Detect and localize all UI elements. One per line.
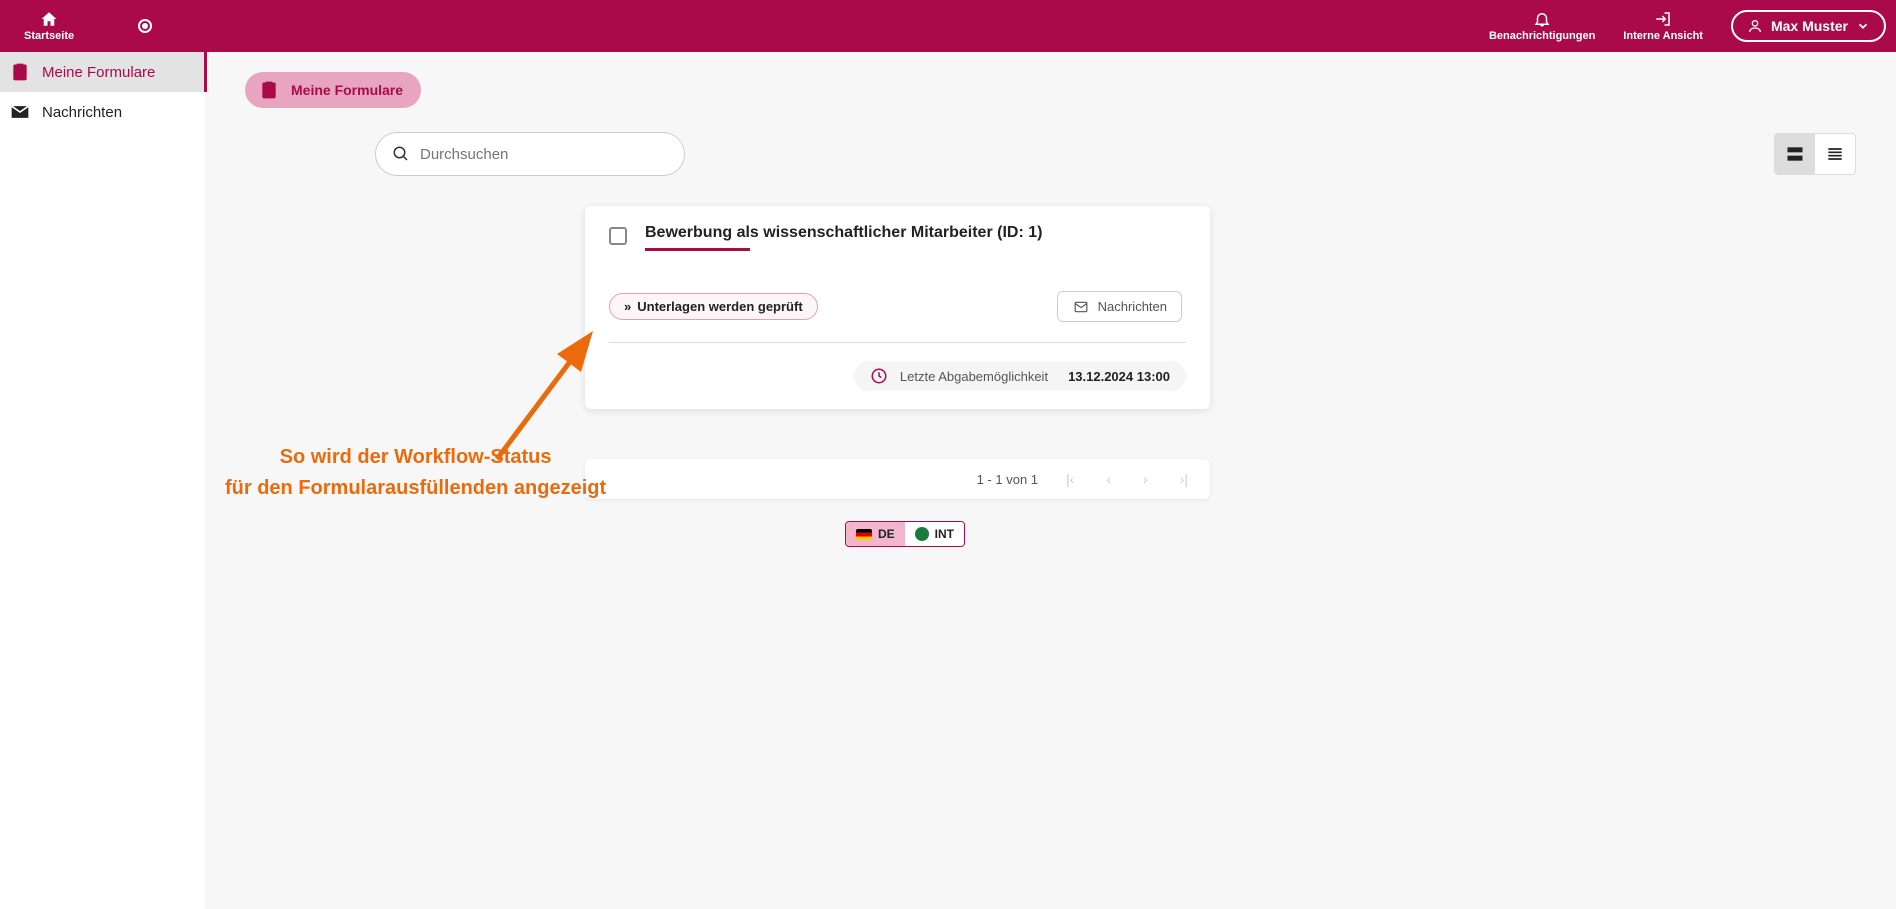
- select-checkbox[interactable]: [609, 227, 627, 245]
- lang-int-button[interactable]: INT: [905, 522, 964, 546]
- workflow-status-chip[interactable]: » Unterlagen werden geprüft: [609, 293, 818, 320]
- home-label: Startseite: [24, 30, 74, 42]
- divider: [609, 342, 1186, 343]
- globe-icon: [915, 527, 929, 541]
- lang-de-label: DE: [878, 527, 895, 541]
- deadline-row: Letzte Abgabemöglichkeit 13.12.2024 13:0…: [609, 361, 1186, 391]
- deadline-value: 13.12.2024 13:00: [1068, 369, 1170, 384]
- clock-icon: [870, 367, 888, 385]
- clipboard-icon: [259, 80, 279, 100]
- annotation-line-1: So wird der Workflow-Status: [225, 442, 606, 473]
- messages-label: Nachrichten: [1098, 299, 1167, 314]
- search-field[interactable]: [375, 132, 685, 176]
- notifications-button[interactable]: Benachrichtigungen: [1489, 10, 1595, 42]
- messages-button[interactable]: Nachrichten: [1057, 291, 1182, 322]
- lang-de-button[interactable]: DE: [846, 522, 905, 546]
- user-menu[interactable]: Max Muster: [1731, 10, 1886, 42]
- internal-view-label: Interne Ansicht: [1623, 30, 1703, 42]
- chevron-down-icon: [1856, 19, 1870, 33]
- pagination: 1 - 1 von 1 |‹ ‹ › ›|: [585, 459, 1210, 499]
- person-icon: [1747, 18, 1763, 34]
- prev-page-button[interactable]: ‹: [1102, 467, 1115, 491]
- page-title-chip[interactable]: Meine Formulare: [245, 72, 421, 108]
- last-page-button[interactable]: ›|: [1176, 467, 1192, 491]
- search-icon: [392, 145, 410, 163]
- lang-int-label: INT: [935, 527, 954, 541]
- status-label: Unterlagen werden geprüft: [637, 299, 802, 314]
- bell-icon: [1533, 10, 1551, 28]
- view-list-button[interactable]: [1815, 134, 1855, 174]
- topbar-left: Startseite: [10, 8, 152, 44]
- clipboard-icon: [10, 62, 30, 82]
- toolbar: [245, 132, 1856, 176]
- view-agenda-icon: [1785, 144, 1805, 164]
- view-toggle: [1774, 133, 1856, 175]
- mail-icon: [1072, 300, 1090, 314]
- language-switch: DE INT: [845, 521, 965, 547]
- topbar-right: Benachrichtigungen Interne Ansicht Max M…: [1489, 10, 1886, 42]
- sidebar-item-my-forms[interactable]: Meine Formulare: [0, 52, 204, 92]
- title-underline: [645, 248, 750, 251]
- double-chevron-icon: »: [624, 299, 629, 314]
- sidebar-item-label: Nachrichten: [42, 104, 122, 121]
- home-button[interactable]: Startseite: [10, 8, 88, 44]
- first-page-button[interactable]: |‹: [1062, 467, 1078, 491]
- deadline-label: Letzte Abgabemöglichkeit: [900, 369, 1048, 384]
- notifications-label: Benachrichtigungen: [1489, 30, 1595, 42]
- annotation-line-2: für den Formularausfüllenden angezeigt: [225, 473, 606, 504]
- search-input[interactable]: [420, 146, 668, 163]
- annotation-text: So wird der Workflow-Status für den Form…: [225, 442, 606, 504]
- mail-icon: [10, 102, 30, 122]
- status-row: » Unterlagen werden geprüft Nachrichten: [609, 291, 1186, 322]
- next-page-button[interactable]: ›: [1139, 467, 1152, 491]
- card-header: Bewerbung als wissenschaftlicher Mitarbe…: [609, 224, 1186, 251]
- form-card: Bewerbung als wissenschaftlicher Mitarbe…: [585, 206, 1210, 409]
- view-list-icon: [1825, 144, 1845, 164]
- internal-view-button[interactable]: Interne Ansicht: [1623, 10, 1703, 42]
- exit-icon: [1653, 10, 1673, 28]
- page-title: Meine Formulare: [291, 82, 403, 98]
- user-name: Max Muster: [1771, 18, 1848, 34]
- annotation: So wird der Workflow-Status für den Form…: [225, 442, 606, 504]
- sidebar: Meine Formulare Nachrichten: [0, 52, 205, 909]
- sidebar-item-label: Meine Formulare: [42, 64, 155, 81]
- layout: Meine Formulare Nachrichten Meine Formul…: [0, 52, 1896, 909]
- status-indicator-icon[interactable]: [138, 19, 152, 33]
- main: Meine Formulare Bewerbung a: [205, 52, 1896, 909]
- view-card-button[interactable]: [1775, 134, 1815, 174]
- home-icon: [39, 10, 59, 28]
- form-title[interactable]: Bewerbung als wissenschaftlicher Mitarbe…: [645, 224, 1186, 242]
- title-block: Bewerbung als wissenschaftlicher Mitarbe…: [645, 224, 1186, 251]
- deadline-chip: Letzte Abgabemöglichkeit 13.12.2024 13:0…: [854, 361, 1186, 391]
- topbar: Startseite Benachrichtigungen Interne An…: [0, 0, 1896, 52]
- flag-de-icon: [856, 529, 872, 540]
- pagination-range: 1 - 1 von 1: [977, 472, 1038, 487]
- sidebar-item-messages[interactable]: Nachrichten: [0, 92, 204, 132]
